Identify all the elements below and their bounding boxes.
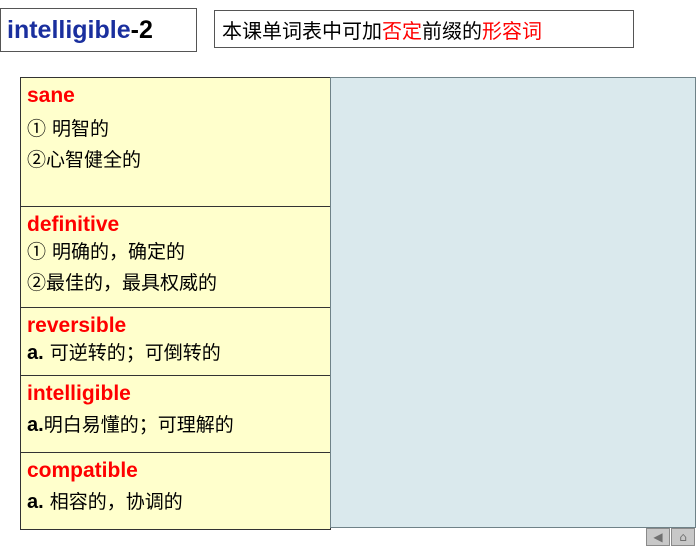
word-cell-definitive: definitive ① 明确的，确定的 ②最佳的，最具权威的 bbox=[21, 206, 330, 307]
slide-subtitle: 本课单词表中可加 否定 前缀的 形容词 bbox=[214, 10, 634, 48]
title-suffix: -2 bbox=[130, 15, 153, 44]
definition-text: 相容的，协调的 bbox=[43, 491, 183, 513]
title-word: intelligible bbox=[7, 15, 131, 44]
word-term: compatible bbox=[27, 459, 138, 482]
slide-nav: ◀ ⌂ bbox=[646, 528, 695, 546]
subtitle-adjective: 形容词 bbox=[482, 18, 542, 43]
word-cell-sane: sane ① 明智的 ②心智健全的 bbox=[21, 78, 330, 206]
word-definition: a. 相容的，协调的 bbox=[27, 487, 324, 518]
definition-text: 明白易懂的；可理解的 bbox=[43, 414, 234, 436]
pos-prefix: a. bbox=[27, 491, 44, 513]
word-term: definitive bbox=[27, 213, 120, 236]
word-cell-compatible: compatible a. 相容的，协调的 bbox=[21, 452, 330, 529]
word-definition: ① 明确的，确定的 bbox=[27, 241, 186, 263]
word-definition: a. 可逆转的；可倒转的 bbox=[27, 338, 324, 369]
pos-prefix: a. bbox=[27, 414, 44, 436]
word-term: intelligible bbox=[27, 382, 131, 405]
prev-slide-button[interactable]: ◀ bbox=[646, 528, 670, 546]
word-cell-intelligible: intelligible a.明白易懂的；可理解的 bbox=[21, 375, 330, 452]
home-button[interactable]: ⌂ bbox=[671, 528, 695, 546]
word-definition: ②心智健全的 bbox=[27, 149, 142, 171]
word-definition: ②最佳的，最具权威的 bbox=[27, 272, 218, 294]
subtitle-part3: 前缀的 bbox=[422, 18, 482, 43]
subtitle-part1: 本课单词表中可加 bbox=[222, 18, 382, 43]
triangle-left-icon: ◀ bbox=[653, 530, 663, 544]
content-panel bbox=[330, 77, 696, 528]
word-cell-reversible: reversible a. 可逆转的；可倒转的 bbox=[21, 307, 330, 375]
word-term: reversible bbox=[27, 314, 127, 337]
pos-prefix: a. bbox=[27, 342, 44, 364]
word-definition: a.明白易懂的；可理解的 bbox=[27, 410, 324, 441]
subtitle-negative: 否定 bbox=[382, 18, 422, 43]
word-term: sane bbox=[27, 84, 75, 107]
word-table: sane ① 明智的 ②心智健全的 definitive ① 明确的，确定的 ②… bbox=[20, 77, 331, 530]
definition-text: 可逆转的；可倒转的 bbox=[43, 342, 221, 364]
slide-title: intelligible -2 bbox=[0, 8, 197, 52]
word-definition: ① 明智的 bbox=[27, 118, 110, 140]
house-icon: ⌂ bbox=[679, 530, 687, 544]
